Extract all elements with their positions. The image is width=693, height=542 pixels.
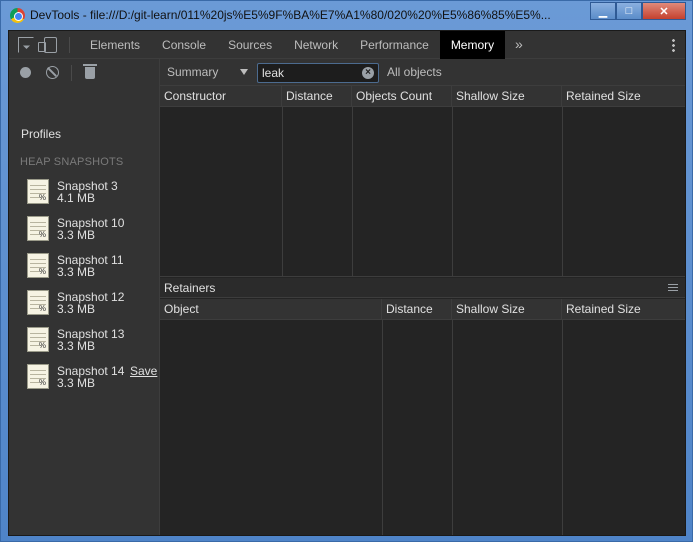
dropdown-arrow-icon[interactable]	[240, 69, 248, 75]
minimize-button[interactable]: ▁	[590, 2, 616, 20]
column-header-retained-size[interactable]: Retained Size	[562, 86, 685, 107]
column-header-distance[interactable]: Distance	[382, 299, 452, 320]
snapshot-size: 3.3 MB	[57, 302, 96, 316]
profiles-toolbar	[9, 59, 159, 86]
snapshot-item[interactable]: % Snapshot 3 4.1 MB	[9, 176, 159, 213]
snapshot-size: 3.3 MB	[57, 228, 96, 242]
tab-sources[interactable]: Sources	[217, 31, 283, 59]
tab-network[interactable]: Network	[283, 31, 349, 59]
snapshot-icon: %	[27, 290, 49, 315]
column-header-objects-count[interactable]: Objects Count	[352, 86, 452, 107]
toolbar-divider	[71, 65, 72, 81]
object-filter-select[interactable]: All objects	[387, 65, 442, 79]
snapshot-filter-bar: Summary × All objects	[160, 59, 685, 86]
retainers-grid: Object Distance Shallow Size Retained Si…	[160, 299, 685, 535]
device-toolbar-icon[interactable]	[38, 37, 57, 53]
constructor-grid: Constructor Distance Objects Count Shall…	[160, 86, 685, 277]
column-divider	[382, 320, 383, 535]
snapshot-icon: %	[27, 253, 49, 278]
snapshot-item[interactable]: % Snapshot 10 3.3 MB	[9, 213, 159, 250]
clear-filter-icon[interactable]: ×	[362, 67, 374, 79]
window-controls: ▁ □ ✕	[590, 2, 686, 20]
save-snapshot-link[interactable]: Save	[130, 364, 157, 378]
column-divider	[562, 320, 563, 535]
panel-tabs: Elements Console Sources Network Perform…	[79, 31, 506, 59]
tab-console[interactable]: Console	[151, 31, 217, 59]
clear-all-icon[interactable]	[46, 66, 59, 79]
retainers-grid-header: Object Distance Shallow Size Retained Si…	[160, 299, 685, 320]
window-title: DevTools - file:///D:/git-learn/011%20js…	[30, 8, 551, 22]
snapshot-item[interactable]: % Snapshot 13 3.3 MB	[9, 324, 159, 361]
tab-performance[interactable]: Performance	[349, 31, 440, 59]
retainers-title: Retainers	[164, 281, 216, 295]
snapshot-icon: %	[27, 216, 49, 241]
tab-elements[interactable]: Elements	[79, 31, 151, 59]
resize-handle-icon[interactable]	[668, 284, 678, 292]
heap-snapshots-section-title: HEAP SNAPSHOTS	[20, 156, 124, 168]
customize-menu-icon[interactable]	[672, 38, 675, 52]
perspective-select[interactable]: Summary	[167, 65, 218, 79]
snapshot-icon: %	[27, 327, 49, 352]
class-filter-box[interactable]: ×	[257, 63, 379, 83]
column-header-constructor[interactable]: Constructor	[160, 86, 282, 107]
snapshot-item[interactable]: % Snapshot 12 3.3 MB	[9, 287, 159, 324]
profiles-sidebar: Profiles HEAP SNAPSHOTS % Snapshot 3 4.1…	[9, 59, 160, 535]
toolbar-divider	[69, 37, 70, 53]
column-divider	[452, 107, 453, 276]
record-icon[interactable]	[20, 67, 31, 78]
column-divider	[452, 320, 453, 535]
column-divider	[352, 107, 353, 276]
chrome-logo-icon	[10, 8, 25, 23]
column-header-distance[interactable]: Distance	[282, 86, 352, 107]
profiles-heading: Profiles	[21, 127, 62, 141]
column-divider	[562, 107, 563, 276]
devtools-window: DevTools - file:///D:/git-learn/011%20js…	[0, 0, 693, 542]
snapshot-size: 4.1 MB	[57, 191, 96, 205]
tab-memory[interactable]: Memory	[439, 31, 506, 59]
column-header-object[interactable]: Object	[160, 299, 382, 320]
snapshot-size: 3.3 MB	[57, 265, 96, 279]
snapshot-size: 3.3 MB	[57, 339, 96, 353]
main-tab-bar: Elements Console Sources Network Perform…	[9, 31, 685, 59]
snapshot-item[interactable]: % Snapshot 14 3.3 MB Save	[9, 361, 159, 398]
class-filter-input[interactable]	[262, 65, 357, 81]
close-button[interactable]: ✕	[642, 2, 686, 20]
title-bar[interactable]: DevTools - file:///D:/git-learn/011%20js…	[1, 1, 692, 30]
devtools-panel: Elements Console Sources Network Perform…	[8, 30, 686, 536]
column-divider	[282, 107, 283, 276]
heap-snapshot-view: Summary × All objects Constructor Distan…	[160, 59, 685, 535]
more-tabs-chevron-icon[interactable]: »	[515, 36, 523, 52]
maximize-button[interactable]: □	[616, 2, 642, 20]
snapshot-list: % Snapshot 3 4.1 MB % Snapshot 10 3.3 MB…	[9, 176, 159, 398]
column-header-shallow-size[interactable]: Shallow Size	[452, 86, 562, 107]
snapshot-icon: %	[27, 179, 49, 204]
column-header-shallow-size[interactable]: Shallow Size	[452, 299, 562, 320]
inspect-element-icon[interactable]	[18, 37, 34, 53]
snapshot-icon: %	[27, 364, 49, 389]
snapshot-item[interactable]: % Snapshot 11 3.3 MB	[9, 250, 159, 287]
constructor-grid-header: Constructor Distance Objects Count Shall…	[160, 86, 685, 107]
garbage-collect-icon[interactable]	[83, 64, 97, 79]
column-header-retained-size[interactable]: Retained Size	[562, 299, 685, 320]
retainers-header[interactable]: Retainers	[160, 278, 685, 298]
snapshot-size: 3.3 MB	[57, 376, 96, 390]
